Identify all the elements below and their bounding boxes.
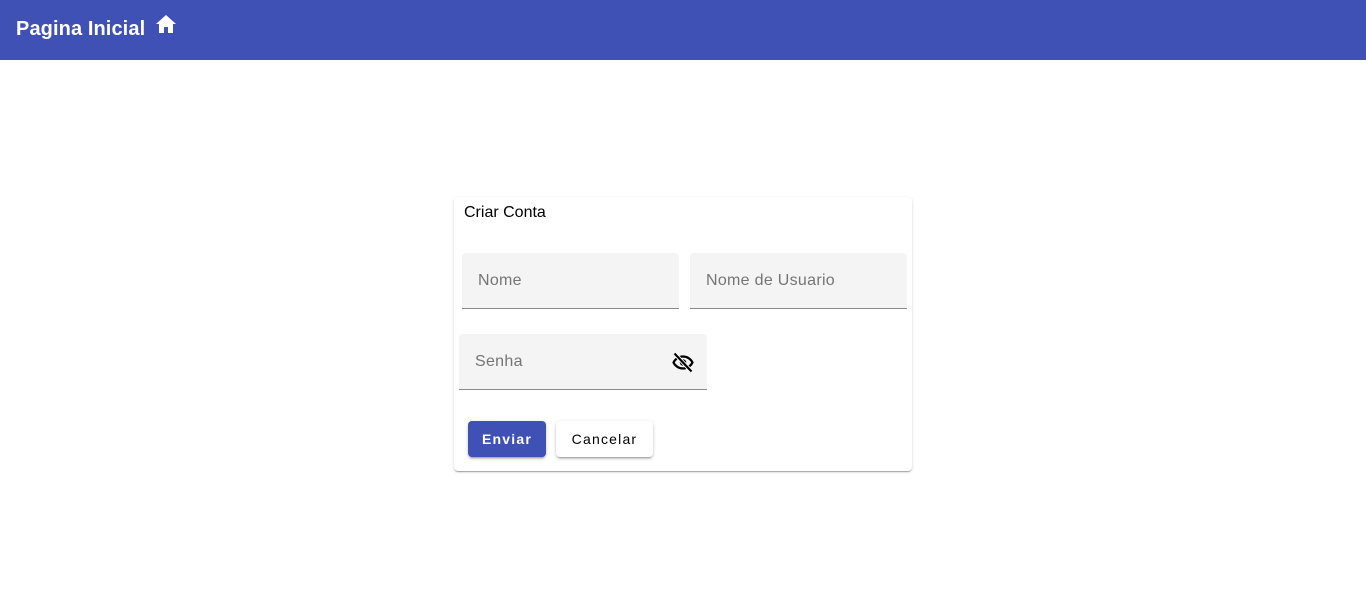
create-account-card: Criar Conta Enviar Cancelar	[454, 197, 912, 471]
page-title[interactable]: Pagina Inicial	[16, 18, 145, 41]
visibility-off-icon[interactable]	[671, 350, 695, 374]
name-input[interactable]	[462, 253, 679, 308]
password-field[interactable]	[459, 334, 707, 390]
card-title: Criar Conta	[464, 204, 546, 221]
username-input[interactable]	[690, 253, 907, 308]
home-icon[interactable]	[155, 14, 177, 34]
password-input[interactable]	[459, 334, 707, 389]
submit-button[interactable]: Enviar	[468, 421, 546, 457]
top-toolbar: Pagina Inicial	[0, 0, 1366, 60]
username-field[interactable]	[690, 253, 907, 309]
cancel-button[interactable]: Cancelar	[556, 421, 653, 457]
name-field[interactable]	[462, 253, 679, 309]
